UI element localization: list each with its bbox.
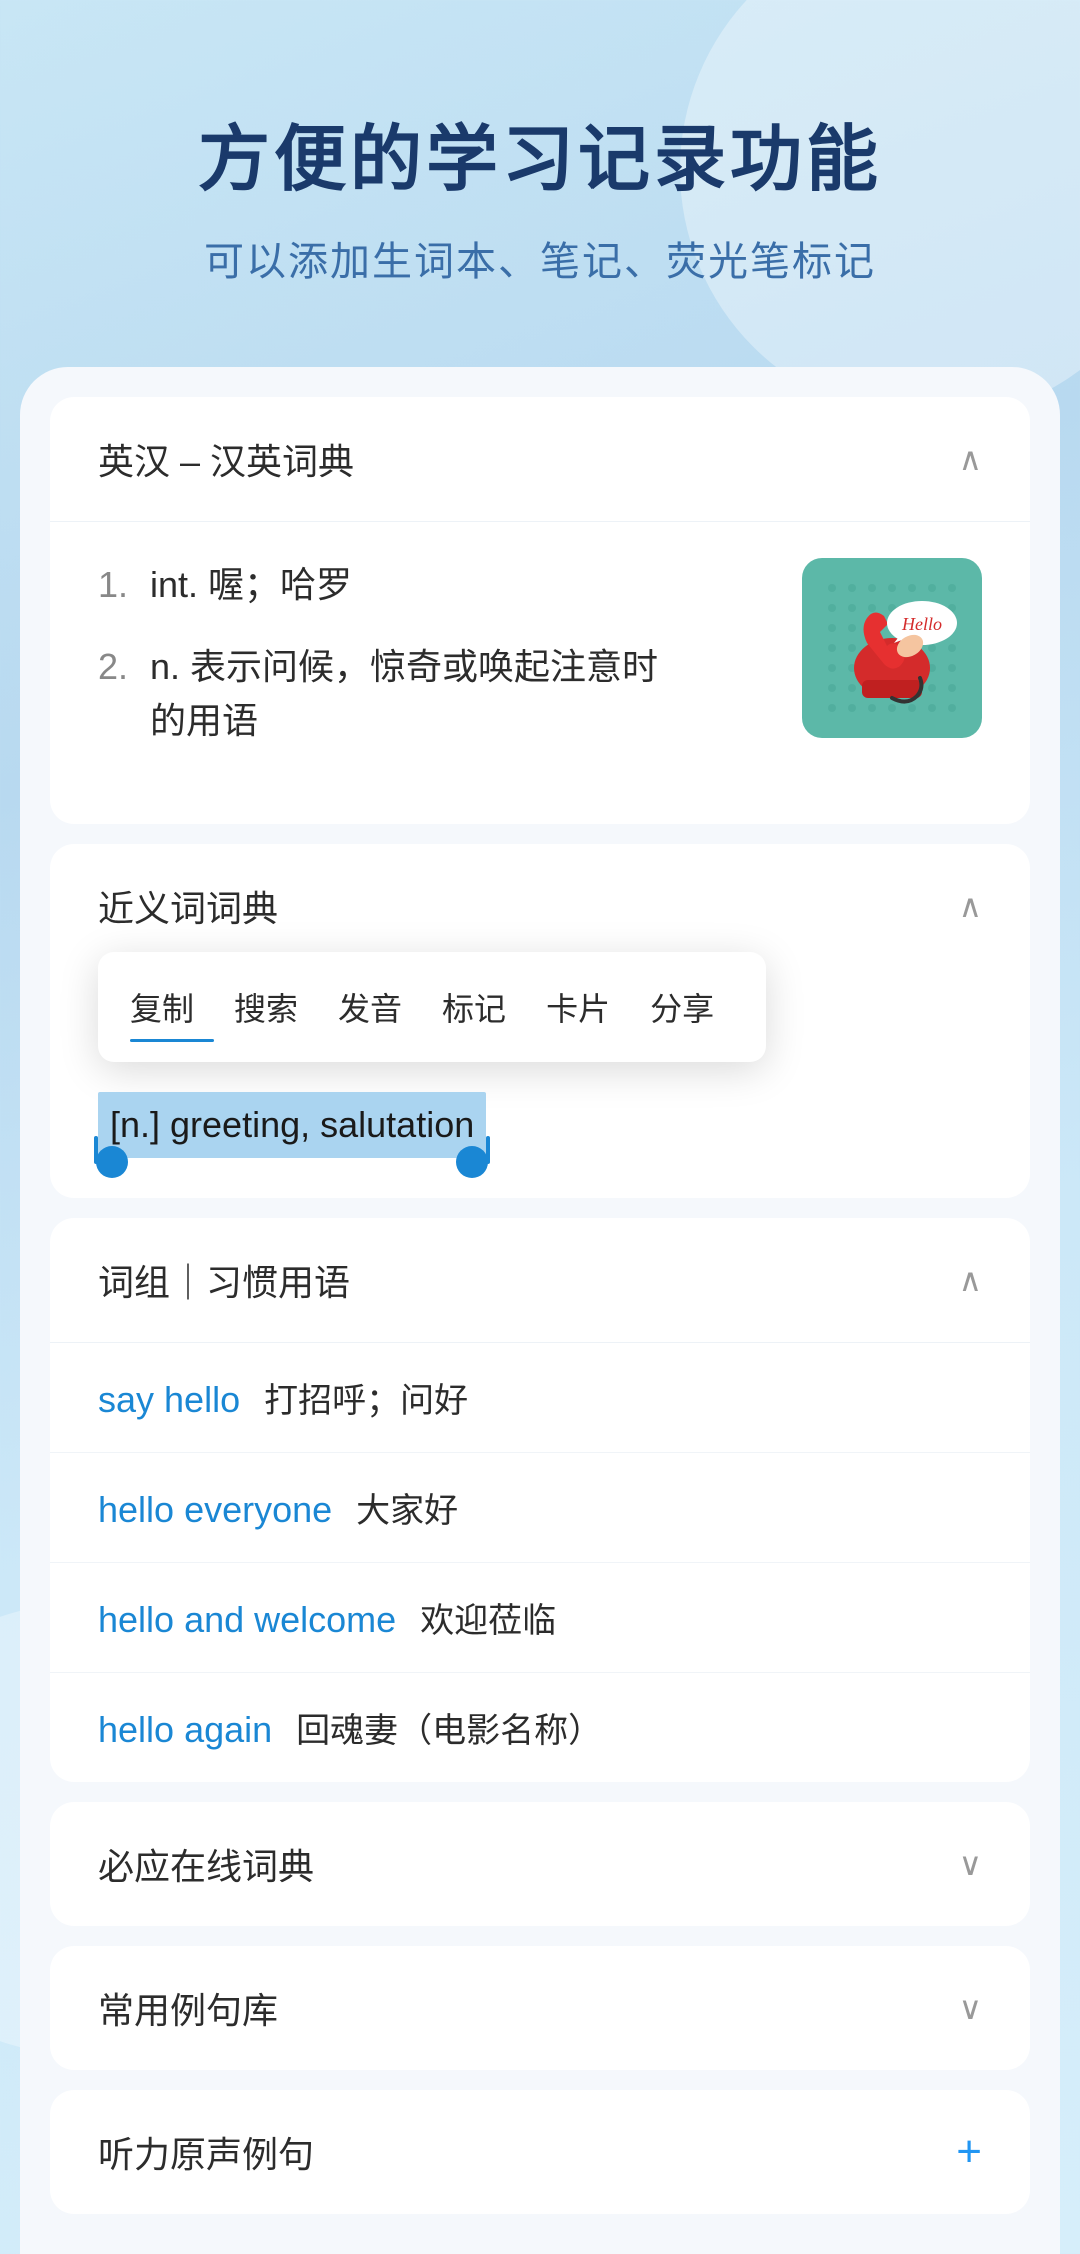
examples-title: 常用例句库 [98, 1982, 278, 2034]
page-wrapper: 方便的学习记录功能 可以添加生词本、笔记、荧光笔标记 英汉 – 汉英词典 ∧ 1… [0, 0, 1080, 2254]
phrases-section-title: 词组｜习惯用语 [98, 1254, 350, 1306]
phrase-item-4[interactable]: hello again 回魂妻（电影名称） [50, 1673, 1030, 1782]
page-subtitle: 可以添加生词本、笔记、荧光笔标记 [80, 229, 1000, 287]
definition-item-1: 1. int. 喔；哈罗 [98, 558, 778, 612]
phrase-en-1: say hello [98, 1379, 240, 1421]
selection-handle-right [456, 1146, 488, 1178]
phrase-en-3: hello and welcome [98, 1599, 396, 1641]
text-selection-area: [n.] greeting, salutation [50, 1082, 1030, 1198]
def-text-2: n. 表示问候，惊奇或唤起注意时的用语 [150, 640, 778, 748]
listening-section: 听力原声例句 + [50, 2090, 1030, 2214]
selected-text: [n.] greeting, salutation [98, 1092, 486, 1158]
definition-item-2: 2. n. 表示问候，惊奇或唤起注意时的用语 [98, 640, 778, 748]
examples-chevron-down-icon: ∨ [959, 1989, 982, 2027]
synonym-chevron-up-icon: ∧ [959, 887, 982, 925]
synonym-section-header[interactable]: 近义词词典 ∧ [50, 844, 1030, 952]
listening-header[interactable]: 听力原声例句 + [50, 2090, 1030, 2214]
hello-illustration: Hello [802, 558, 982, 738]
phrase-item-1[interactable]: say hello 打招呼；问好 [50, 1343, 1030, 1453]
phrase-cn-2: 大家好 [356, 1483, 458, 1532]
def-text-1: int. 喔；哈罗 [150, 558, 778, 612]
dict-section: 英汉 – 汉英词典 ∧ 1. int. 喔；哈罗 2. n. 表示问候，惊奇或唤… [50, 397, 1030, 824]
synonym-section-title: 近义词词典 [98, 880, 278, 932]
synonym-section: 近义词词典 ∧ 复制 搜索 发音 标记 卡片 分享 [n.] greeting,… [50, 844, 1030, 1198]
context-menu-card[interactable]: 卡片 [526, 976, 630, 1038]
header-section: 方便的学习记录功能 可以添加生词本、笔记、荧光笔标记 [0, 0, 1080, 347]
definition-text: 1. int. 喔；哈罗 2. n. 表示问候，惊奇或唤起注意时的用语 [98, 558, 778, 776]
phrase-item-2[interactable]: hello everyone 大家好 [50, 1453, 1030, 1563]
examples-section: 常用例句库 ∨ [50, 1946, 1030, 2070]
phrase-en-2: hello everyone [98, 1489, 332, 1531]
context-menu-pronounce[interactable]: 发音 [318, 976, 422, 1038]
phrase-cn-3: 欢迎莅临 [420, 1593, 556, 1642]
bing-dict-section: 必应在线词典 ∨ [50, 1802, 1030, 1926]
selection-container: [n.] greeting, salutation [98, 1092, 486, 1158]
phrase-cn-4: 回魂妻（电影名称） [296, 1703, 602, 1752]
selection-handle-left [96, 1146, 128, 1178]
examples-header[interactable]: 常用例句库 ∨ [50, 1946, 1030, 2070]
svg-text:Hello: Hello [901, 614, 942, 634]
add-plus-icon[interactable]: + [956, 2130, 982, 2174]
bing-dict-header[interactable]: 必应在线词典 ∨ [50, 1802, 1030, 1926]
dict-chevron-up-icon: ∧ [959, 440, 982, 478]
phrases-chevron-up-icon: ∧ [959, 1261, 982, 1299]
dict-section-header[interactable]: 英汉 – 汉英词典 ∧ [50, 397, 1030, 522]
dict-section-title: 英汉 – 汉英词典 [98, 433, 354, 485]
phrases-section: 词组｜习惯用语 ∧ say hello 打招呼；问好 hello everyon… [50, 1218, 1030, 1782]
context-menu-share[interactable]: 分享 [630, 976, 734, 1038]
listening-title: 听力原声例句 [98, 2126, 314, 2178]
phrase-item-3[interactable]: hello and welcome 欢迎莅临 [50, 1563, 1030, 1673]
definition-content: 1. int. 喔；哈罗 2. n. 表示问候，惊奇或唤起注意时的用语 [50, 522, 1030, 824]
context-menu-copy[interactable]: 复制 [130, 976, 214, 1038]
def-num-2: 2. [98, 640, 138, 694]
def-num-1: 1. [98, 558, 138, 612]
main-card: 英汉 – 汉英词典 ∧ 1. int. 喔；哈罗 2. n. 表示问候，惊奇或唤… [20, 367, 1060, 2254]
context-menu: 复制 搜索 发音 标记 卡片 分享 [98, 952, 766, 1062]
context-menu-mark[interactable]: 标记 [422, 976, 526, 1038]
phrase-en-4: hello again [98, 1709, 272, 1751]
bing-dict-chevron-down-icon: ∨ [959, 1845, 982, 1883]
phrases-section-header[interactable]: 词组｜习惯用语 ∧ [50, 1218, 1030, 1343]
phrase-cn-1: 打招呼；问好 [264, 1373, 468, 1422]
page-title: 方便的学习记录功能 [80, 100, 1000, 205]
context-menu-search[interactable]: 搜索 [214, 976, 318, 1038]
bing-dict-title: 必应在线词典 [98, 1838, 314, 1890]
